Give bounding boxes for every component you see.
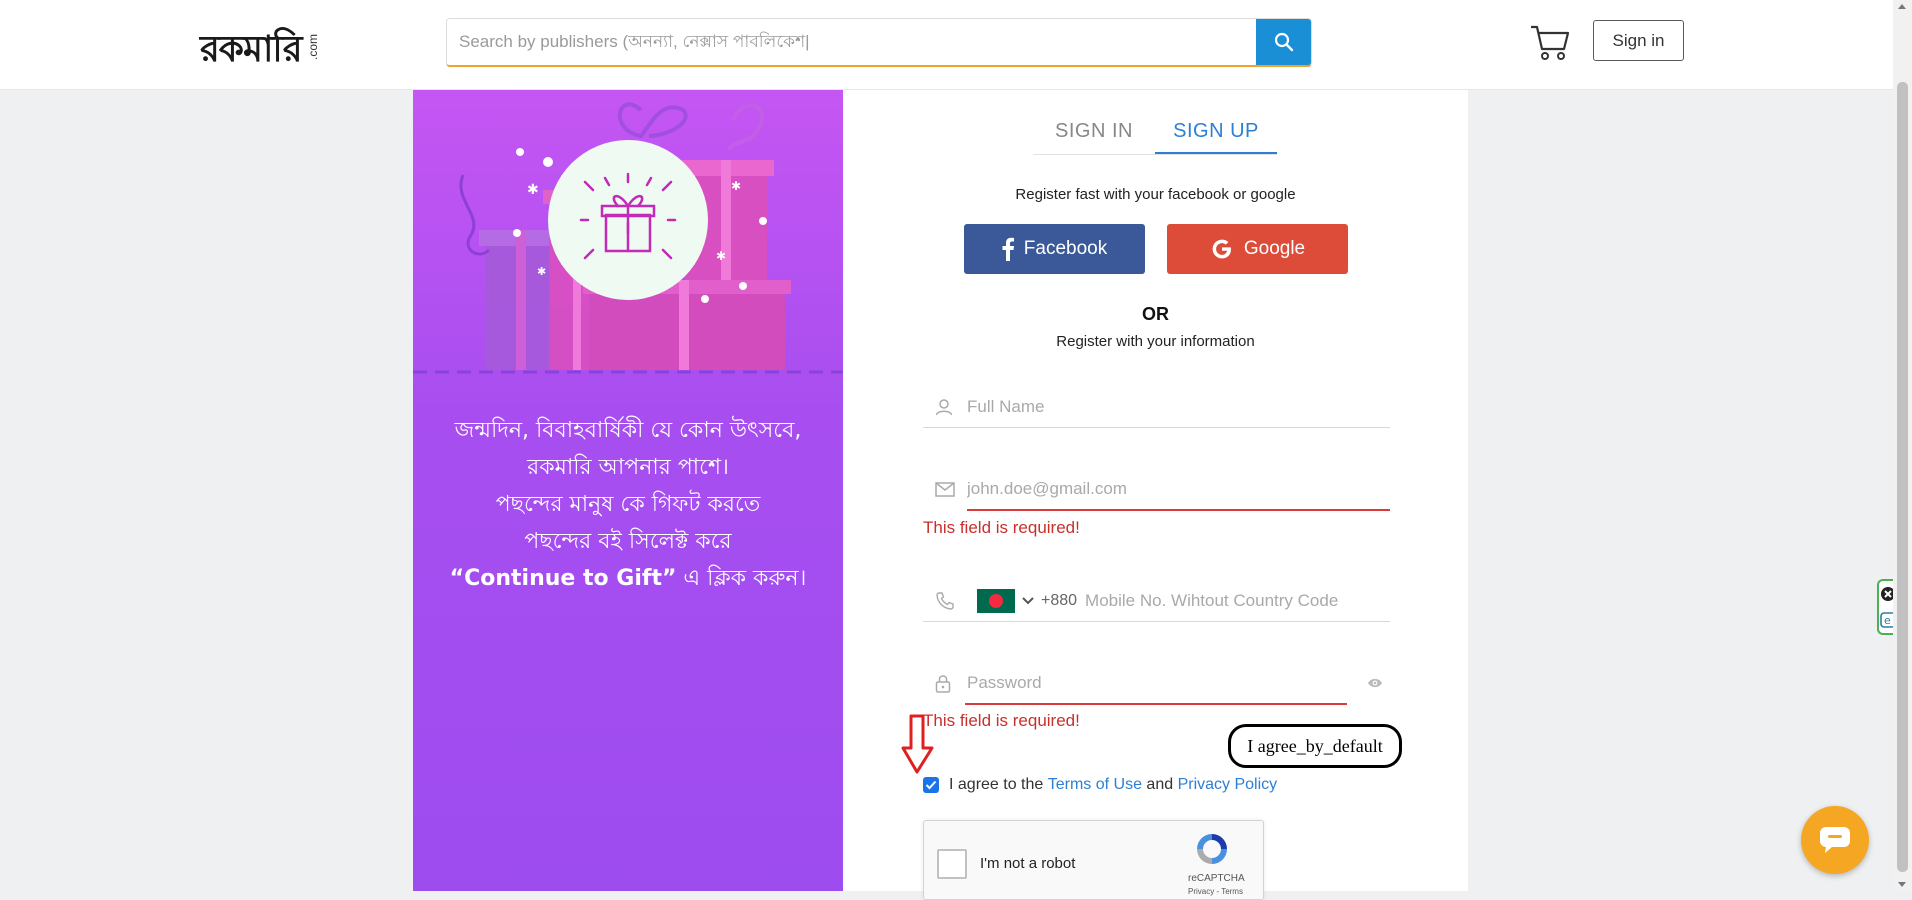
eye-icon[interactable] [1360,677,1390,689]
password-error-underline [965,703,1347,705]
header-signin-button[interactable]: Sign in [1593,20,1684,61]
password-field [923,662,1390,704]
email-error-underline [967,509,1390,511]
recaptcha-links[interactable]: Privacy - Terms [1188,887,1243,896]
tab-sign-up[interactable]: SIGN UP [1155,110,1277,154]
scroll-down-arrow-icon[interactable] [1898,882,1906,887]
rokomari-logo[interactable]: রকমারি .com [200,18,326,68]
chevron-down-icon[interactable] [1021,596,1035,606]
logo-text: রকমারি [200,29,303,70]
password-error-message: This field is required! [923,711,1080,730]
auth-card: SIGN IN SIGN UP Register fast with your … [843,90,1468,900]
promo-line: জন্মদিন, বিবাহবার্ষিকী যে কোন উৎসবে, [454,418,802,443]
red-arrow-annotation-icon [901,714,934,774]
google-button[interactable]: Google [1167,224,1348,274]
page-scrollbar[interactable] [1893,0,1912,891]
promo-line: “Continue to Gift” এ ক্লিক করুন। [413,560,843,597]
facebook-label: Facebook [1023,238,1108,259]
search-bar [446,18,1312,67]
recaptcha-brand: reCAPTCHA [1188,873,1245,884]
register-info-prompt: Register with your information [1056,333,1255,350]
recaptcha-logo-icon [1197,834,1227,864]
svg-text:e: e [1884,614,1891,627]
mobile-input[interactable] [1085,580,1390,621]
promo-message: জন্মদিন, বিবাহবার্ষিকী যে কোন উৎসবে, রকম… [413,412,843,597]
email-input[interactable] [967,469,1390,509]
mobile-field: +880 [923,580,1390,622]
user-icon [923,398,967,416]
recaptcha-checkbox[interactable] [937,849,967,879]
agree-by-default-callout: I agree_by_default [1228,724,1402,768]
scroll-up-arrow-icon[interactable] [1898,4,1906,9]
chat-icon [1820,827,1850,853]
scroll-thumb[interactable] [1897,82,1908,872]
gift-promo-panel: ✱ ✱ ✱ ✱ জন্মদিন, বিবাহবার্ষিকী যে কোন উৎ… [413,90,843,891]
social-register-prompt: Register fast with your facebook or goog… [1015,186,1296,203]
privacy-policy-link[interactable]: Privacy Policy [1178,776,1278,794]
agree-prefix: I agree to the [949,776,1048,793]
google-label: Google [1243,238,1306,259]
full-name-input[interactable] [967,386,1390,427]
svg-text:✱: ✱ [716,249,726,263]
agree-middle: and [1141,776,1178,793]
recaptcha-widget: I'm not a robot reCAPTCHA Privacy - Term… [923,820,1264,900]
facebook-icon [1002,237,1014,261]
bangladesh-flag[interactable] [977,588,1015,613]
continue-to-gift-text: “Continue to Gift” [449,566,677,591]
email-field [923,468,1390,510]
promo-line: রকমারি আপনার পাশে। [527,455,729,480]
promo-line-rest: এ ক্লিক করুন। [676,566,807,591]
country-code: +880 [1041,591,1078,609]
search-icon [1274,32,1293,52]
facebook-button[interactable]: Facebook [964,224,1145,274]
terms-of-use-link[interactable]: Terms of Use [1048,776,1142,794]
search-button[interactable] [1256,19,1311,65]
promo-line: পছন্দের বই সিলেক্ট করে [524,529,732,554]
password-input[interactable] [967,663,1360,703]
recaptcha-label: I'm not a robot [980,855,1076,872]
cart-icon [1531,25,1570,60]
search-input[interactable] [447,19,1256,65]
checkmark-icon [925,780,937,790]
svg-text:✱: ✱ [527,182,539,198]
terms-checkbox[interactable] [923,777,939,793]
phone-icon [923,591,967,611]
or-divider: OR [1142,304,1169,324]
auth-tabs: SIGN IN SIGN UP [1033,110,1277,155]
terms-agreement: I agree to the Terms of Use and Privacy … [923,776,1277,794]
google-icon [1212,239,1231,259]
full-name-field [923,386,1390,428]
cart-button[interactable] [1529,22,1571,62]
svg-text:✱: ✱ [537,265,546,278]
site-header: রকমারি .com Sign in [0,0,1893,90]
envelope-icon [923,481,967,497]
email-error-message: This field is required! [923,518,1080,537]
svg-text:✱: ✱ [731,179,741,193]
gift-illustration: ✱ ✱ ✱ ✱ [413,102,843,374]
tab-sign-in[interactable]: SIGN IN [1033,110,1155,154]
logo-suffix: .com [305,33,320,61]
promo-line: পছন্দের মানুষ কে গিফট করতে [495,492,761,517]
lock-icon [923,674,967,693]
chat-button[interactable] [1801,806,1869,874]
